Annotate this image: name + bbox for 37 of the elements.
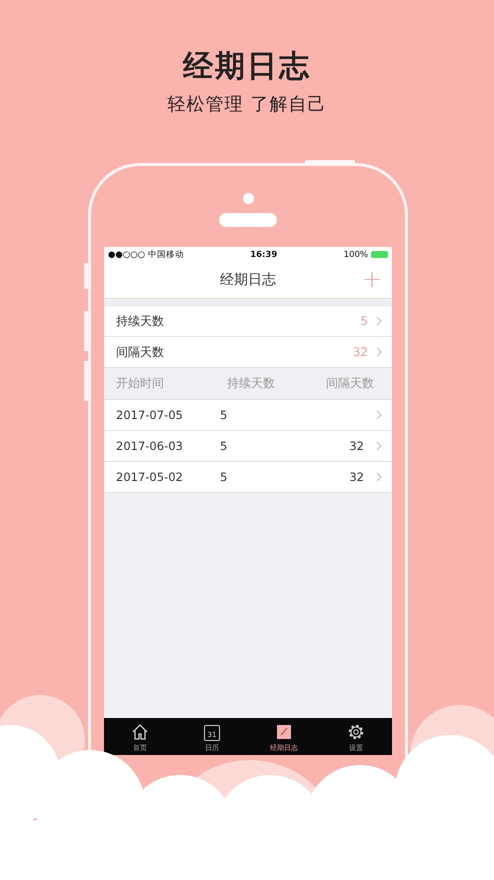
speaker-slot [219, 213, 277, 227]
record-row[interactable]: 2017-05-02 5 32 [104, 461, 392, 492]
settings-icon [347, 723, 365, 741]
record-row[interactable]: 2017-06-03 5 32 [104, 430, 392, 461]
chevron-icon [376, 316, 382, 326]
summary-label: 持续天数 [116, 312, 165, 330]
battery-icon [370, 251, 388, 258]
chevron-icon [376, 347, 382, 357]
column-header: 开始时间 [116, 375, 165, 392]
table-cell-text: 5 [220, 470, 228, 484]
summary-value: 5 [360, 314, 368, 328]
tagline: 轻松管理 了解自己 [168, 93, 326, 117]
battery-percent: 100% [344, 250, 368, 260]
camera-dot [242, 193, 254, 204]
chevron-icon [376, 472, 382, 482]
chevron-icon [376, 410, 382, 420]
table-cell-text: 5 [220, 439, 228, 453]
column-header: 间隔天数 [325, 375, 374, 392]
table-cell-text: 2017-06-03 [116, 439, 184, 453]
table-cell-text: 5 [220, 408, 228, 422]
summary-row[interactable]: 间隔天数 32 [104, 336, 392, 367]
column-header: 持续天数 [226, 375, 276, 392]
home-icon [131, 723, 149, 741]
summary-label: 间隔天数 [116, 344, 165, 360]
record-row[interactable]: 2017-07-05 5 [104, 399, 392, 430]
headline: 经期日志 [183, 48, 311, 86]
summary-row[interactable]: 持续天数 5 [104, 305, 392, 336]
notebook-icon [275, 723, 293, 741]
table-cell-text: 32 [348, 439, 364, 453]
table-cell-text: 2017-07-05 [116, 408, 184, 422]
table-cell-text: 32 [348, 470, 364, 484]
nav-title: 经期日志 [220, 271, 276, 289]
status-time: 16:39 [250, 250, 278, 260]
table-cell-text: 2017-05-02 [116, 470, 184, 484]
carrier-label: ●●○○○ 中国移动 [108, 248, 184, 260]
summary-value: 32 [352, 345, 368, 359]
chevron-icon [376, 441, 382, 451]
